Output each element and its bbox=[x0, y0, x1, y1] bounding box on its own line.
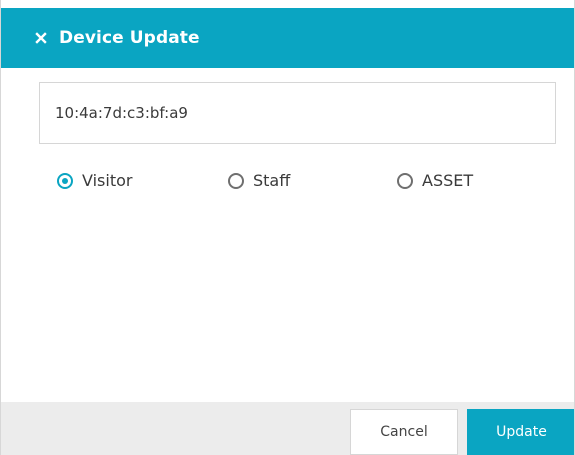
radio-asset[interactable]: ASSET bbox=[397, 171, 473, 190]
radio-asset-label: ASSET bbox=[422, 171, 474, 190]
update-button[interactable]: Update bbox=[467, 409, 574, 455]
radio-asset-unchecked-icon bbox=[397, 172, 413, 189]
radio-staff[interactable]: Staff bbox=[228, 171, 290, 190]
radio-staff-unchecked-icon bbox=[228, 172, 244, 189]
radio-visitor[interactable]: Visitor bbox=[57, 171, 132, 190]
radio-staff-label: Staff bbox=[253, 171, 291, 190]
device-type-radio-group: Visitor Staff ASSET bbox=[1, 171, 574, 197]
radio-visitor-checked-icon bbox=[57, 172, 73, 189]
mac-address-input[interactable] bbox=[39, 82, 556, 144]
device-update-dialog: Device Update Visitor Staff ASSET Cancel… bbox=[0, 0, 575, 455]
dialog-header: Device Update bbox=[1, 8, 574, 68]
close-icon[interactable] bbox=[34, 31, 48, 45]
dialog-title: Device Update bbox=[59, 28, 200, 48]
cancel-button[interactable]: Cancel bbox=[350, 409, 458, 455]
top-strip bbox=[1, 0, 574, 8]
radio-visitor-label: Visitor bbox=[82, 171, 133, 190]
